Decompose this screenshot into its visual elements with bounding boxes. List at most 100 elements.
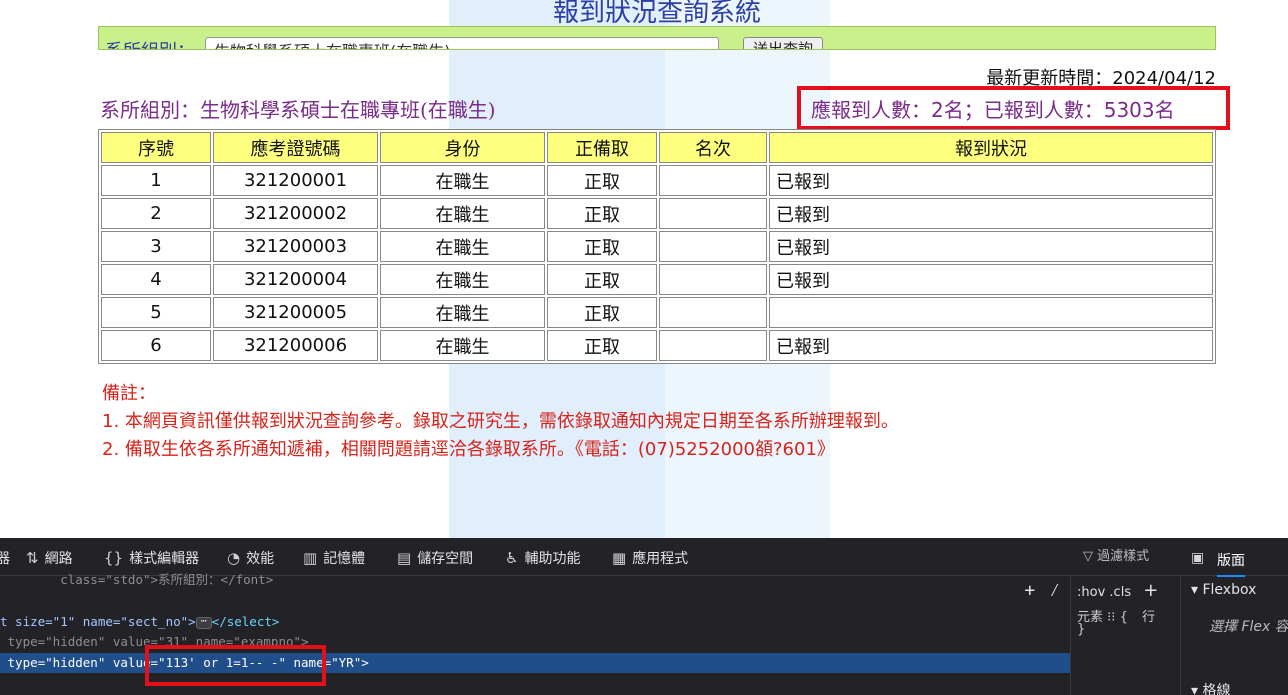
reported-count-unit: 名	[1154, 98, 1175, 122]
report-page: 報到狀況查詢系統 系所組別： 生物科學系碩士在職專班(在職生) 送出查詢 最新更…	[0, 0, 1288, 538]
cell-status: 已報到	[769, 165, 1213, 196]
code-line[interactable]: t size="1" name="sect_no"> ⋯ </select>	[0, 612, 279, 632]
cell-rank	[659, 330, 767, 361]
flexbox-section[interactable]: ▾ Flexbox	[1191, 582, 1256, 598]
counts-highlight-box: 應報到人數：2名；已報到人數：5303名	[797, 86, 1230, 130]
notes-line-2: 2. 備取生依各系所通知遞補，相關問題請逕洽各錄取系所。《電話：(07)5252…	[102, 439, 835, 460]
cell-admission: 正取	[547, 264, 657, 295]
filter-icon: ▽	[1083, 549, 1093, 564]
screen: 報到狀況查詢系統 系所組別： 生物科學系碩士在職專班(在職生) 送出查詢 最新更…	[0, 0, 1288, 695]
collapsed-children-icon[interactable]: ⋯	[195, 616, 212, 629]
table-row: 4 321200004 在職生 正取 已報到	[101, 264, 1213, 295]
tab-storage-label: 儲存空間	[417, 551, 474, 567]
table-row: 2 321200002 在職生 正取 已報到	[101, 198, 1213, 229]
cell-admission: 正取	[547, 165, 657, 196]
cell-status: 已報到	[769, 264, 1213, 295]
tab-performance[interactable]: ◔ 效能	[227, 548, 274, 568]
cell-serial: 6	[101, 330, 211, 361]
col-header-identity: 身份	[380, 132, 545, 163]
table-row: 6 321200006 在職生 正取 已報到	[101, 330, 1213, 361]
accessibility-icon: ♿	[505, 549, 519, 567]
cls-toggle[interactable]: .cls	[1109, 585, 1131, 600]
cell-serial: 2	[101, 198, 211, 229]
col-header-serial: 序號	[101, 132, 211, 163]
layout-tabs: ▣ 版面	[1181, 542, 1288, 577]
cell-admission: 正取	[547, 297, 657, 328]
layout-panel: ▣ 版面 ▾ Flexbox 選擇 Flex 容 ▾ 格線	[1180, 550, 1288, 695]
cell-rank	[659, 297, 767, 328]
chevron-down-icon: ▾	[1191, 582, 1199, 598]
sidebar-toggle-icon[interactable]: ▣	[1191, 550, 1204, 566]
filter-label: 過濾樣式	[1097, 549, 1150, 564]
markup-tools: + ⁄	[1010, 580, 1060, 602]
cell-identity: 在職生	[380, 264, 545, 295]
cell-rank	[659, 198, 767, 229]
tab-memory[interactable]: ▥ 記憶體	[303, 548, 365, 568]
tab-style-editor[interactable]: {} 樣式編輯器	[104, 548, 199, 568]
checkin-table: 序號 應考證號碼 身份 正備取 名次 報到狀況 1 321200001 在職生 …	[98, 129, 1216, 364]
tab-accessibility[interactable]: ♿ 輔助功能	[505, 548, 580, 568]
expected-count-value: 2	[931, 98, 944, 122]
table-header-row: 序號 應考證號碼 身份 正備取 名次 報到狀況	[101, 132, 1213, 163]
reported-count-value: 5303	[1103, 98, 1155, 122]
department-select[interactable]: 生物科學系碩士在職專班(在職生)	[205, 37, 719, 49]
cell-exam-id: 321200004	[213, 264, 378, 295]
cell-exam-id: 321200006	[213, 330, 378, 361]
add-rule-icon[interactable]: +	[1143, 580, 1158, 601]
injection-highlight-box	[145, 645, 326, 686]
cell-rank	[659, 165, 767, 196]
grid-dots-icon: ⁝⁝	[1107, 610, 1116, 625]
tab-storage[interactable]: ▤ 儲存空間	[397, 548, 473, 568]
cell-identity: 在職生	[380, 165, 545, 196]
code-line[interactable]: class="stdo">系所組別：</font>	[0, 570, 273, 590]
page-title: 報到狀況查詢系統	[552, 0, 761, 28]
cell-exam-id: 321200003	[213, 231, 378, 262]
tab-performance-label: 效能	[246, 551, 275, 567]
brace-open: {	[1119, 610, 1128, 625]
cell-exam-id: 321200001	[213, 165, 378, 196]
col-header-rank: 名次	[659, 132, 767, 163]
rules-filter[interactable]: ▽ 過濾樣式	[1083, 545, 1149, 564]
inline-label: 行	[1141, 610, 1155, 625]
devtools-tab-cut[interactable]: 器	[0, 548, 10, 568]
reported-count-label: 名；已報到人數：	[943, 98, 1104, 122]
eyedropper-icon[interactable]: ⁄	[1049, 580, 1060, 601]
grid-label: 格線	[1202, 683, 1231, 695]
cell-admission: 正取	[547, 231, 657, 262]
cell-admission: 正取	[547, 198, 657, 229]
cell-status: 已報到	[769, 330, 1213, 361]
cell-status: 已報到	[769, 198, 1213, 229]
element-rule: 元素 ⁝⁝ { 行	[1077, 606, 1155, 625]
code-line-select: t size="1" name="sect_no">	[0, 614, 196, 629]
cell-serial: 5	[101, 297, 211, 328]
table-row: 3 321200003 在職生 正取 已報到	[101, 231, 1213, 262]
tab-accessibility-label: 輔助功能	[524, 551, 581, 567]
add-node-icon[interactable]: +	[1024, 580, 1035, 601]
cell-exam-id: 321200002	[213, 198, 378, 229]
table-row: 5 321200005 在職生 正取	[101, 297, 1213, 328]
network-icon: ⇅	[26, 549, 39, 567]
cell-status	[769, 297, 1213, 328]
filter-label: 系所組別：	[105, 37, 195, 49]
submit-query-button[interactable]: 送出查詢	[743, 37, 823, 49]
flexbox-label: Flexbox	[1202, 582, 1257, 598]
table-row: 1 321200001 在職生 正取 已報到	[101, 165, 1213, 196]
tab-layout[interactable]: 版面	[1217, 550, 1245, 577]
grid-section[interactable]: ▾ 格線	[1191, 680, 1230, 695]
notes-heading: 備註：	[102, 383, 156, 404]
col-header-exam-id: 應考證號碼	[213, 132, 378, 163]
cell-exam-id: 321200005	[213, 297, 378, 328]
memory-icon: ▥	[303, 549, 318, 567]
cell-rank	[659, 231, 767, 262]
application-icon: ▦	[612, 549, 627, 567]
hov-toggle[interactable]: :hov	[1077, 585, 1105, 600]
cell-serial: 4	[101, 264, 211, 295]
expected-count-label: 應報到人數：	[811, 98, 931, 122]
tab-application[interactable]: ▦ 應用程式	[612, 548, 688, 568]
department-label: 系所組別：生物科學系碩士在職專班(在職生)	[100, 98, 496, 122]
cell-admission: 正取	[547, 330, 657, 361]
cell-rank	[659, 264, 767, 295]
filter-bar: 系所組別： 生物科學系碩士在職專班(在職生) 送出查詢	[98, 26, 1216, 50]
tab-network[interactable]: ⇅ 網路	[26, 548, 73, 568]
style-editor-icon: {}	[104, 549, 124, 567]
